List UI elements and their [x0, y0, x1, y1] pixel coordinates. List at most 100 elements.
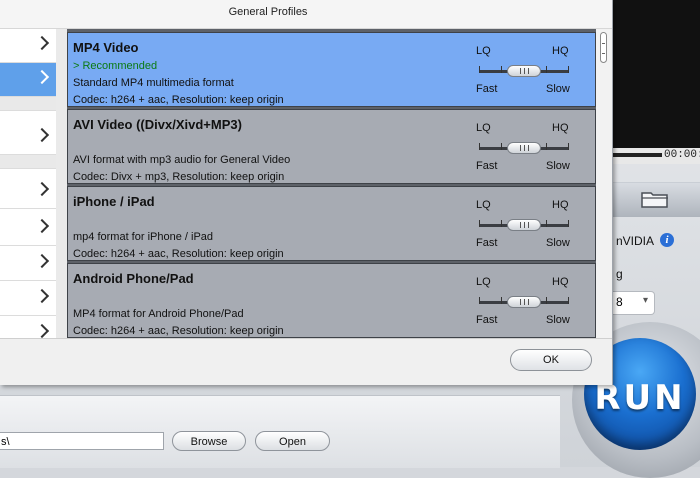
category-separator [0, 155, 56, 169]
quality-slider[interactable] [479, 296, 569, 308]
folder-icon[interactable] [640, 189, 670, 209]
slider-tick [479, 220, 480, 227]
hq-label: HQ [552, 122, 569, 134]
slow-label: Slow [546, 160, 570, 172]
grip-line [520, 299, 521, 305]
category-item[interactable] [0, 121, 56, 155]
browse-button[interactable]: Browse [172, 431, 246, 451]
profile-title: MP4 Video [73, 40, 139, 55]
chevron-right-icon [34, 69, 50, 85]
chevron-right-icon [34, 253, 50, 269]
profile-card-android[interactable]: Android Phone/Pad MP4 format for Android… [67, 263, 596, 338]
quality-slider-thumb[interactable] [507, 142, 541, 154]
profile-codec: Codec: h264 + aac, Resolution: keep orig… [73, 94, 284, 106]
slider-tick [546, 297, 547, 304]
slider-tick [546, 220, 547, 227]
slider-tick [479, 143, 480, 150]
hq-label: HQ [552, 276, 569, 288]
recommended-tag: > Recommended [73, 60, 158, 72]
open-button[interactable]: Open [255, 431, 330, 451]
chevron-right-icon [34, 323, 50, 339]
chevron-right-icon [34, 127, 50, 143]
slow-label: Slow [546, 314, 570, 326]
quality-slider-thumb[interactable] [507, 296, 541, 308]
profile-scrollbar[interactable] [596, 29, 612, 338]
grip-line [524, 145, 525, 151]
slider-tick [568, 220, 569, 227]
hq-label: HQ [552, 45, 569, 57]
chevron-right-icon [34, 181, 50, 197]
quality-slider-thumb[interactable] [507, 65, 541, 77]
quality-slider-thumb[interactable] [507, 219, 541, 231]
option-label: g [616, 267, 623, 281]
slider-tick [479, 297, 480, 304]
dialog-title: General Profiles [228, 6, 308, 18]
dialog-titlebar: General Profiles [0, 0, 612, 29]
grip-line [524, 299, 525, 305]
slider-tick [568, 297, 569, 304]
time-readout: 00:00:0 [664, 149, 700, 161]
output-folder-input[interactable]: s\ [0, 432, 164, 450]
category-item[interactable] [0, 29, 56, 63]
chevron-right-icon [34, 35, 50, 51]
quality-slider[interactable] [479, 219, 569, 231]
slider-tick [501, 220, 502, 227]
category-item[interactable] [0, 282, 56, 316]
chevron-right-icon [34, 218, 50, 234]
lq-label: LQ [476, 45, 491, 57]
category-list [0, 29, 57, 351]
slider-tick [546, 143, 547, 150]
grip-line [520, 145, 521, 151]
option-select-value: 8 [616, 295, 623, 309]
grip-line [520, 68, 521, 74]
quality-slider[interactable] [479, 65, 569, 77]
slider-tick [479, 66, 480, 73]
category-item[interactable] [0, 175, 56, 209]
grip-icon [602, 43, 605, 54]
profile-codec: Codec: h264 + aac, Resolution: keep orig… [73, 248, 284, 260]
fast-label: Fast [476, 314, 498, 326]
category-item-selected[interactable] [0, 63, 56, 97]
fast-label: Fast [476, 83, 498, 95]
slider-tick [501, 66, 502, 73]
profile-description: Standard MP4 multimedia format [73, 77, 234, 89]
profile-title: AVI Video ((Divx/Xivd+MP3) [73, 117, 242, 132]
chevron-down-icon: ▾ [642, 295, 648, 306]
lq-label: LQ [476, 122, 491, 134]
grip-line [520, 222, 521, 228]
fast-label: Fast [476, 160, 498, 172]
slow-label: Slow [546, 237, 570, 249]
profile-card-avi[interactable]: AVI Video ((Divx/Xivd+MP3) AVI format wi… [67, 109, 596, 184]
info-icon[interactable]: i [660, 233, 674, 247]
category-item[interactable] [0, 212, 56, 246]
profile-codec: Codec: Divx + mp3, Resolution: keep orig… [73, 171, 285, 183]
slow-label: Slow [546, 83, 570, 95]
profile-list: MP4 Video > Recommended Standard MP4 mul… [67, 29, 612, 338]
profile-card-mp4[interactable]: MP4 Video > Recommended Standard MP4 mul… [67, 32, 596, 107]
ok-button[interactable]: OK [510, 349, 592, 371]
profile-title: Android Phone/Pad [73, 271, 194, 286]
option-select[interactable]: 8 ▾ [612, 291, 655, 315]
grip-line [528, 145, 529, 151]
profile-description: mp4 format for iPhone / iPad [73, 231, 214, 243]
video-preview [612, 0, 700, 148]
hardware-accel-label: nVIDIA [616, 234, 655, 248]
seek-slider[interactable] [612, 153, 662, 157]
profile-title: iPhone / iPad [73, 194, 155, 209]
grip-line [528, 299, 529, 305]
lq-label: LQ [476, 199, 491, 211]
grip-line [528, 68, 529, 74]
chevron-right-icon [34, 288, 50, 304]
slider-tick [546, 66, 547, 73]
grip-line [528, 222, 529, 228]
profile-codec: Codec: h264 + aac, Resolution: keep orig… [73, 325, 284, 337]
profile-card-iphone[interactable]: iPhone / iPad mp4 format for iPhone / iP… [67, 186, 596, 261]
slider-tick [501, 143, 502, 150]
slider-tick [501, 297, 502, 304]
quality-slider[interactable] [479, 142, 569, 154]
category-item[interactable] [0, 247, 56, 281]
scrollbar-thumb[interactable] [600, 32, 607, 63]
lq-label: LQ [476, 276, 491, 288]
hq-label: HQ [552, 199, 569, 211]
profile-description: AVI format with mp3 audio for General Vi… [73, 154, 291, 166]
